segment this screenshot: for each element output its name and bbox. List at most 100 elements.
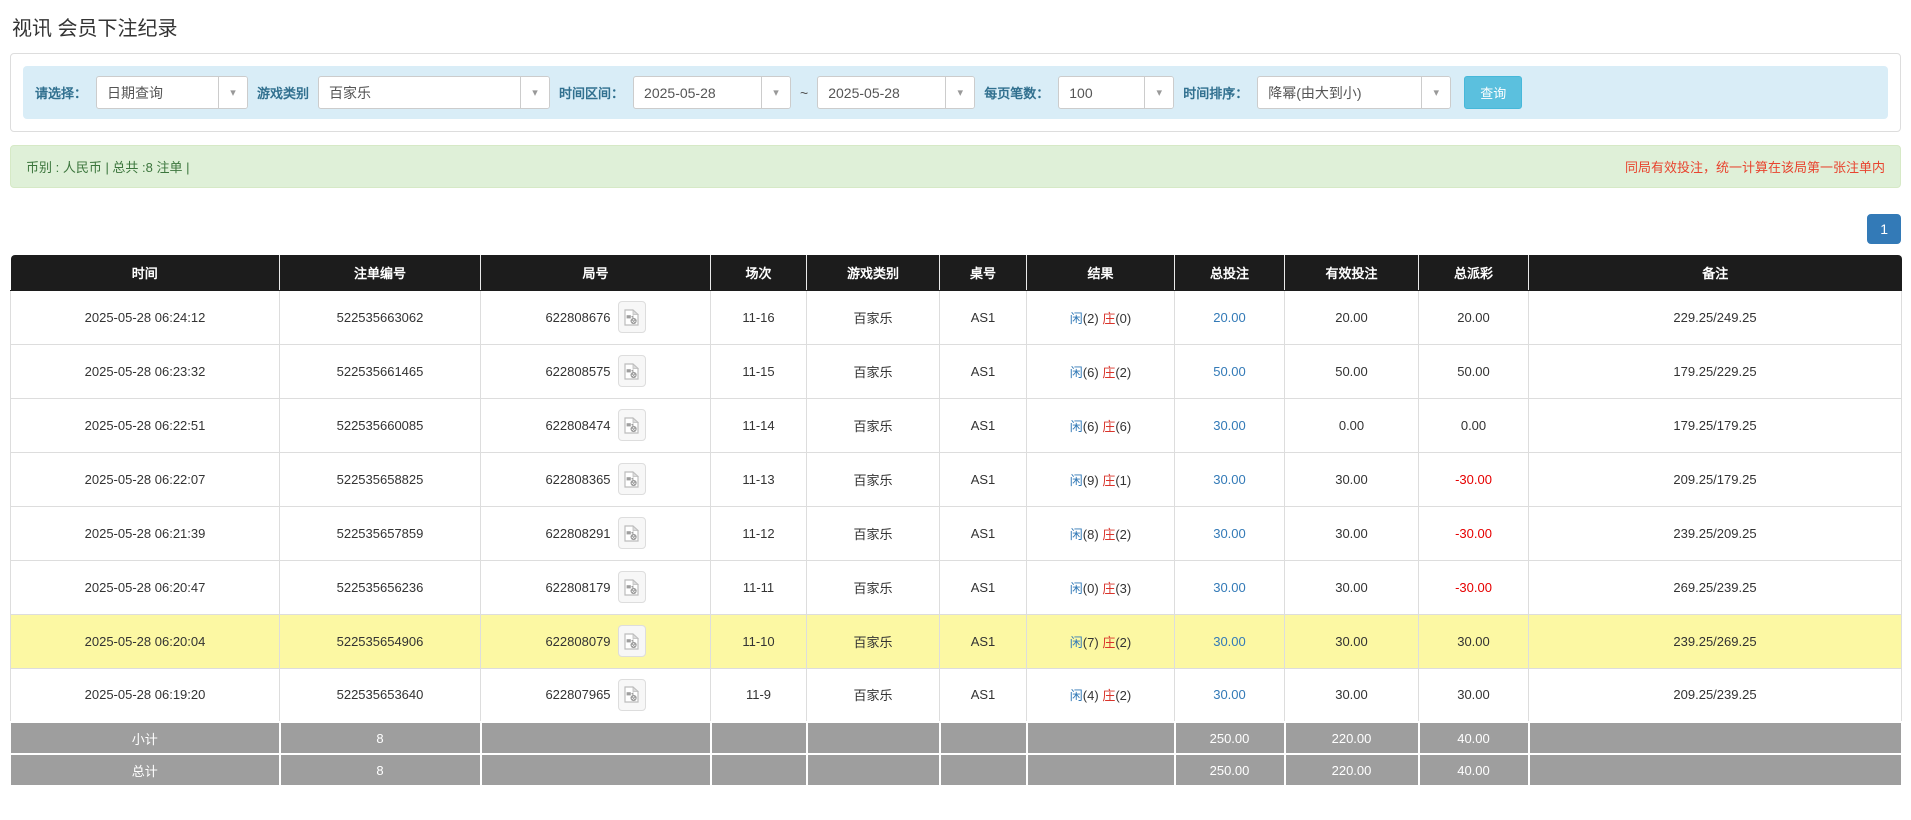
video-replay-button[interactable] bbox=[618, 463, 646, 495]
total-bet-link[interactable]: 30.00 bbox=[1213, 634, 1246, 649]
bet-id-cell: 522535661465 bbox=[280, 344, 481, 398]
session-cell: 11-14 bbox=[711, 398, 807, 452]
video-replay-button[interactable] bbox=[618, 409, 646, 441]
pagination-page-1-button[interactable]: 1 bbox=[1867, 214, 1901, 244]
valid-bet-cell: 0.00 bbox=[1285, 398, 1419, 452]
table-row[interactable]: 2025-05-28 06:21:39 522535657859 6228082… bbox=[11, 506, 1902, 560]
banker-result-score: (2) bbox=[1115, 688, 1131, 703]
session-cell: 11-16 bbox=[711, 290, 807, 344]
date-from-select[interactable]: 2025-05-28 ▾ bbox=[633, 76, 791, 109]
result-cell: 闲(4) 庄(2) bbox=[1027, 668, 1175, 722]
table-row[interactable]: 2025-05-28 06:20:47 522535656236 6228081… bbox=[11, 560, 1902, 614]
payout-cell: -30.00 bbox=[1419, 506, 1529, 560]
table-row[interactable]: 2025-05-28 06:19:20 522535653640 6228079… bbox=[11, 668, 1902, 722]
video-replay-button[interactable] bbox=[618, 625, 646, 657]
game-cell: 百家乐 bbox=[807, 290, 940, 344]
valid-bet-cell: 30.00 bbox=[1285, 614, 1419, 668]
session-cell: 11-15 bbox=[711, 344, 807, 398]
total-bet-link[interactable]: 30.00 bbox=[1213, 472, 1246, 487]
column-header-result: 结果 bbox=[1027, 255, 1175, 290]
valid-bet-cell: 30.00 bbox=[1285, 452, 1419, 506]
remark-cell: 179.25/179.25 bbox=[1529, 398, 1902, 452]
page-size-select[interactable]: 100 ▾ bbox=[1058, 76, 1174, 109]
banker-result-score: (3) bbox=[1115, 581, 1131, 596]
table-row[interactable]: 2025-05-28 06:20:04 522535654906 6228080… bbox=[11, 614, 1902, 668]
total-bet-cell: 30.00 bbox=[1175, 668, 1285, 722]
total-bet-link[interactable]: 20.00 bbox=[1213, 310, 1246, 325]
banker-result-score: (2) bbox=[1115, 527, 1131, 542]
chevron-down-icon[interactable]: ▾ bbox=[945, 77, 974, 108]
total-bet-link[interactable]: 50.00 bbox=[1213, 364, 1246, 379]
round-id-value: 622808365 bbox=[545, 472, 610, 487]
total-bet-link[interactable]: 30.00 bbox=[1213, 526, 1246, 541]
total-bet-cell: 30.00 bbox=[1175, 614, 1285, 668]
video-replay-button[interactable] bbox=[618, 679, 646, 711]
time-sort-select[interactable]: 降幂(由大到小) ▾ bbox=[1257, 76, 1451, 109]
result-cell: 闲(2) 庄(0) bbox=[1027, 290, 1175, 344]
payout-cell: 30.00 bbox=[1419, 614, 1529, 668]
total-bet-cell: 30.00 bbox=[1175, 560, 1285, 614]
chevron-down-icon[interactable]: ▾ bbox=[520, 77, 549, 108]
summary-row-count: 8 bbox=[280, 722, 481, 754]
table-no-cell: AS1 bbox=[940, 398, 1027, 452]
player-result-score: (8) bbox=[1083, 527, 1099, 542]
query-type-select[interactable]: 日期查询 ▾ bbox=[96, 76, 248, 109]
player-result-label: 闲 bbox=[1070, 581, 1083, 596]
total-bet-cell: 50.00 bbox=[1175, 344, 1285, 398]
table-row[interactable]: 2025-05-28 06:22:07 522535658825 6228083… bbox=[11, 452, 1902, 506]
table-no-cell: AS1 bbox=[940, 344, 1027, 398]
video-replay-button[interactable] bbox=[618, 355, 646, 387]
date-to-select[interactable]: 2025-05-28 ▾ bbox=[817, 76, 975, 109]
table-row[interactable]: 2025-05-28 06:22:51 522535660085 6228084… bbox=[11, 398, 1902, 452]
player-result-score: (2) bbox=[1083, 311, 1099, 326]
table-header-row: 时间 注单编号 局号 场次 游戏类别 桌号 结果 总投注 有效投注 总派彩 备注 bbox=[11, 255, 1902, 290]
banker-result-label: 庄 bbox=[1102, 688, 1115, 703]
video-file-icon bbox=[624, 633, 639, 650]
table-no-cell: AS1 bbox=[940, 290, 1027, 344]
total-bet-link[interactable]: 30.00 bbox=[1213, 687, 1246, 702]
video-replay-button[interactable] bbox=[618, 571, 646, 603]
game-category-select[interactable]: 百家乐 ▾ bbox=[318, 76, 550, 109]
player-result-score: (4) bbox=[1083, 688, 1099, 703]
chevron-down-icon[interactable]: ▾ bbox=[218, 77, 247, 108]
bet-id-cell: 522535654906 bbox=[280, 614, 481, 668]
result-cell: 闲(6) 庄(6) bbox=[1027, 398, 1175, 452]
banker-result-label: 庄 bbox=[1102, 365, 1115, 380]
video-file-icon bbox=[624, 417, 639, 434]
column-header-time: 时间 bbox=[11, 255, 280, 290]
bet-id-cell: 522535657859 bbox=[280, 506, 481, 560]
query-button[interactable]: 查询 bbox=[1464, 76, 1522, 109]
round-id-value: 622808676 bbox=[545, 310, 610, 325]
total-bet-cell: 30.00 bbox=[1175, 452, 1285, 506]
valid-bet-note-text: 同局有效投注，统一计算在该局第一张注单内 bbox=[1625, 157, 1885, 176]
chevron-down-icon[interactable]: ▾ bbox=[1421, 77, 1450, 108]
video-replay-button[interactable] bbox=[618, 301, 646, 333]
banker-result-label: 庄 bbox=[1102, 581, 1115, 596]
banker-result-label: 庄 bbox=[1102, 473, 1115, 488]
table-no-cell: AS1 bbox=[940, 614, 1027, 668]
valid-bet-cell: 30.00 bbox=[1285, 668, 1419, 722]
remark-cell: 209.25/239.25 bbox=[1529, 668, 1902, 722]
game-cell: 百家乐 bbox=[807, 398, 940, 452]
page-size-label: 每页笔数： bbox=[984, 83, 1049, 102]
chevron-down-icon[interactable]: ▾ bbox=[761, 77, 790, 108]
total-bet-link[interactable]: 30.00 bbox=[1213, 580, 1246, 595]
total-bet-link[interactable]: 30.00 bbox=[1213, 418, 1246, 433]
banker-result-score: (1) bbox=[1115, 473, 1131, 488]
video-file-icon bbox=[624, 309, 639, 326]
player-result-label: 闲 bbox=[1070, 635, 1083, 650]
payout-cell: -30.00 bbox=[1419, 452, 1529, 506]
video-replay-button[interactable] bbox=[618, 517, 646, 549]
round-id-value: 622808179 bbox=[545, 580, 610, 595]
game-cell: 百家乐 bbox=[807, 614, 940, 668]
column-header-payout: 总派彩 bbox=[1419, 255, 1529, 290]
valid-bet-cell: 30.00 bbox=[1285, 560, 1419, 614]
table-row[interactable]: 2025-05-28 06:24:12 522535663062 6228086… bbox=[11, 290, 1902, 344]
player-result-score: (7) bbox=[1083, 635, 1099, 650]
result-cell: 闲(9) 庄(1) bbox=[1027, 452, 1175, 506]
time-cell: 2025-05-28 06:20:04 bbox=[11, 614, 280, 668]
table-row[interactable]: 2025-05-28 06:23:32 522535661465 6228085… bbox=[11, 344, 1902, 398]
table-no-cell: AS1 bbox=[940, 452, 1027, 506]
payout-cell: 0.00 bbox=[1419, 398, 1529, 452]
chevron-down-icon[interactable]: ▾ bbox=[1144, 77, 1173, 108]
